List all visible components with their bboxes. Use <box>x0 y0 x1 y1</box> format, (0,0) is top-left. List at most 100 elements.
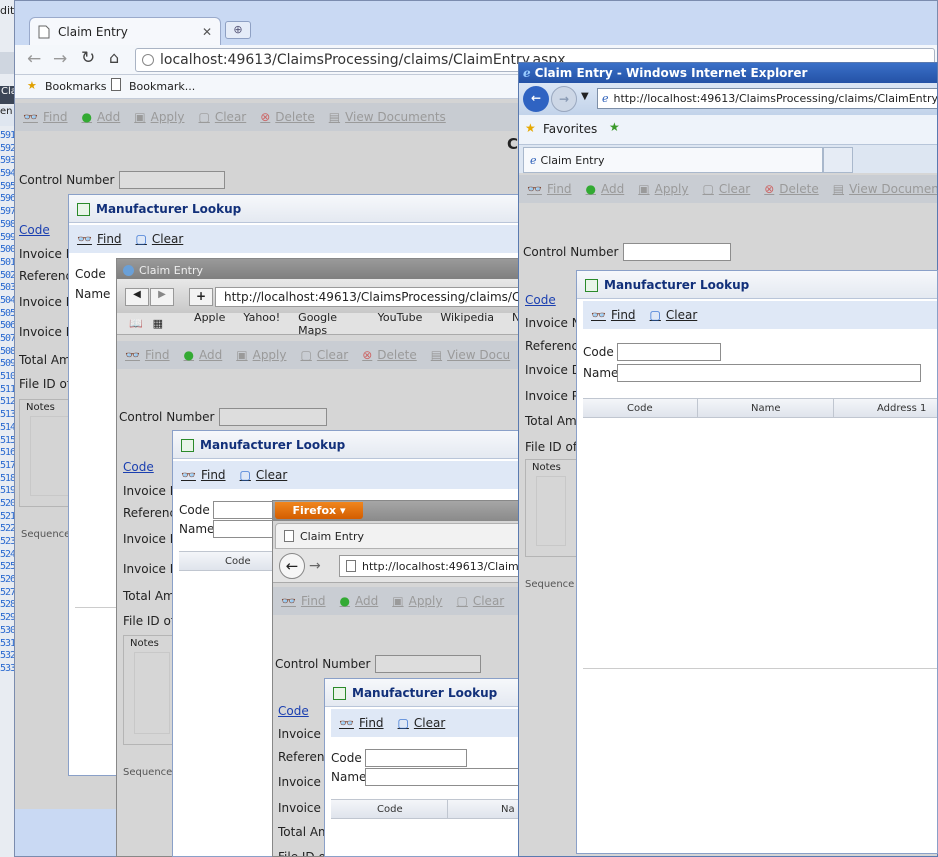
control-number-field[interactable] <box>219 408 327 426</box>
add-button[interactable]: ● Add <box>340 594 379 608</box>
ide-title-fragment: dit <box>0 4 15 17</box>
reading-list-icon[interactable]: 📖 <box>129 317 145 330</box>
apply-button[interactable]: ▣ Apply <box>638 182 688 196</box>
col-name[interactable]: Name <box>751 403 781 414</box>
find-button[interactable]: 👓 Find <box>281 594 326 608</box>
clear-icon: ▢ <box>397 716 409 730</box>
safari-bookmark[interactable]: Apple <box>194 311 225 337</box>
apply-button[interactable]: ▣ Apply <box>134 110 184 124</box>
lookup-find-button[interactable]: 👓 Find <box>181 468 226 482</box>
delete-button[interactable]: ⊗ Delete <box>764 182 819 196</box>
firefox-address-bar[interactable]: http://localhost:49613/ClaimsP <box>339 555 527 577</box>
forward-icon[interactable]: → <box>53 49 67 69</box>
lookup-find-button[interactable]: 👓 Find <box>339 716 384 730</box>
view-documents-button[interactable]: ▤ View Documents <box>329 110 446 124</box>
safari-bookmark[interactable]: Wikipedia <box>440 311 494 337</box>
firefox-menu-button[interactable]: Firefox ▾ <box>275 502 363 519</box>
col-name[interactable]: Na <box>501 804 515 815</box>
view-documents-button[interactable]: ▤ View Documen <box>833 182 937 196</box>
ie-new-tab-button[interactable] <box>823 147 853 173</box>
ie-tab[interactable]: e Claim Entry <box>523 147 823 173</box>
apply-button[interactable]: ▣ Apply <box>236 348 286 362</box>
history-dropdown-icon[interactable]: ▼ <box>581 91 589 102</box>
control-number-field[interactable] <box>623 243 731 261</box>
binoculars-icon: 👓 <box>281 594 296 608</box>
col-address[interactable]: Address 1 <box>877 403 926 414</box>
globe-icon <box>142 54 154 66</box>
bookmarks-link-2[interactable]: Bookmark... <box>129 80 195 93</box>
bookmarks-link[interactable]: Bookmarks <box>45 80 106 93</box>
lookup-clear-button[interactable]: ▢ Clear <box>240 468 288 482</box>
safari-titlebar: Claim Entry <box>117 259 525 279</box>
find-button[interactable]: 👓 Find <box>23 110 68 124</box>
lookup-name-input[interactable] <box>617 364 921 382</box>
clear-icon: ▢ <box>300 348 312 362</box>
back-icon[interactable]: ← <box>279 553 305 579</box>
chrome-url: localhost:49613/ClaimsProcessing/claims/… <box>160 52 566 68</box>
top-sites-icon[interactable]: ▦ <box>153 317 172 330</box>
ie-address-bar[interactable]: e http://localhost:49613/ClaimsProcessin… <box>597 88 937 109</box>
add-button[interactable]: ● Add <box>586 182 625 196</box>
save-icon: ▣ <box>392 594 404 608</box>
chrome-tab[interactable]: Claim Entry ✕ <box>29 17 221 45</box>
code-link[interactable]: Code <box>123 460 154 474</box>
back-icon[interactable]: ← <box>27 49 41 69</box>
add-button[interactable]: ● Add <box>82 110 121 124</box>
home-icon[interactable]: ⌂ <box>109 48 119 67</box>
lookup-clear-button[interactable]: ▢ Clear <box>398 716 446 730</box>
lookup-code-label: Code <box>75 267 106 281</box>
back-icon[interactable]: ← <box>523 86 549 112</box>
code-link[interactable]: Code <box>278 704 309 718</box>
col-code[interactable]: Code <box>225 556 251 567</box>
lookup-find-button[interactable]: 👓 Find <box>591 308 636 322</box>
back-icon[interactable]: ◀ <box>125 288 149 306</box>
forward-icon[interactable]: → <box>551 86 577 112</box>
lookup-clear-button[interactable]: ▢ Clear <box>136 232 184 246</box>
new-tab-button[interactable]: ⊕ <box>225 21 251 39</box>
find-button[interactable]: 👓 Find <box>125 348 170 362</box>
clear-button[interactable]: ▢ Clear <box>301 348 349 362</box>
firefox-tab[interactable]: Claim Entry <box>275 523 525 549</box>
forward-icon[interactable]: ▶ <box>150 288 174 306</box>
add-bookmark-icon[interactable]: + <box>189 288 213 306</box>
lookup-title: Manufacturer Lookup <box>96 202 242 216</box>
delete-button[interactable]: ⊗ Delete <box>362 348 417 362</box>
view-documents-button[interactable]: ▤ View Docu <box>431 348 510 362</box>
lookup-code-input[interactable] <box>617 343 721 361</box>
find-button[interactable]: 👓 Find <box>527 182 572 196</box>
safari-address-bar[interactable]: http://localhost:49613/ClaimsProcessing/… <box>215 287 525 307</box>
lookup-clear-button[interactable]: ▢ Clear <box>650 308 698 322</box>
lookup-title: Manufacturer Lookup <box>352 686 498 700</box>
lookup-code-input[interactable] <box>365 749 467 767</box>
add-to-favorites-icon[interactable]: ★ <box>609 120 620 134</box>
clear-button[interactable]: ▢ Clear <box>199 110 247 124</box>
notes-textarea[interactable] <box>134 652 170 734</box>
safari-bookmark[interactable]: YouTube <box>378 311 423 337</box>
favorites-button[interactable]: Favorites <box>543 122 597 136</box>
forward-icon[interactable]: → <box>309 558 321 574</box>
control-number-field[interactable] <box>375 655 481 673</box>
reload-icon[interactable]: ↻ <box>81 48 95 68</box>
delete-button[interactable]: ⊗ Delete <box>260 110 315 124</box>
code-link[interactable]: Code <box>19 223 50 237</box>
add-button[interactable]: ● Add <box>184 348 223 362</box>
col-code[interactable]: Code <box>627 403 653 414</box>
col-divider <box>833 399 834 417</box>
close-icon[interactable]: ✕ <box>202 25 212 39</box>
notes-textarea[interactable] <box>536 476 566 546</box>
apply-button[interactable]: ▣ Apply <box>392 594 442 608</box>
clear-button[interactable]: ▢ Clear <box>703 182 751 196</box>
safari-bookmark[interactable]: Google Maps <box>298 311 359 337</box>
col-code[interactable]: Code <box>377 804 403 815</box>
lookup-find-button[interactable]: 👓 Find <box>77 232 122 246</box>
save-icon: ▣ <box>638 182 650 196</box>
code-link[interactable]: Code <box>525 293 556 307</box>
control-number-field[interactable] <box>119 171 225 189</box>
safari-bookmark[interactable]: Yahoo! <box>243 311 280 337</box>
safari-title: Claim Entry <box>139 264 204 277</box>
line-number: 514 <box>0 421 16 433</box>
line-number: 509 <box>0 358 16 370</box>
lookup-name-input[interactable] <box>365 768 527 786</box>
lookup-toolbar: 👓 Find ▢ Clear <box>583 301 937 329</box>
clear-button[interactable]: ▢ Clear <box>457 594 505 608</box>
